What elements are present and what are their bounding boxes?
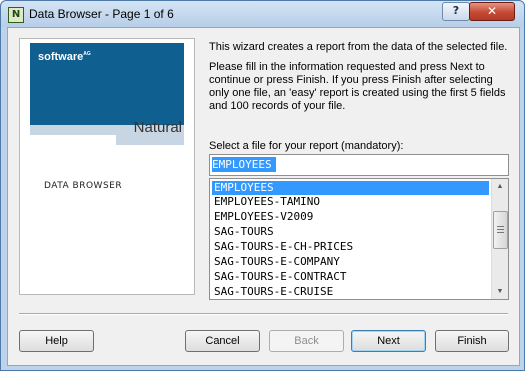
cancel-button[interactable]: Cancel [185,330,260,352]
list-item[interactable]: SAG-TOURS-E-CONTRACT [212,270,489,284]
list-item[interactable]: SAG-TOURS-E-COMPANY [212,255,489,269]
file-list[interactable]: EMPLOYEES EMPLOYEES-TAMINO EMPLOYEES-V20… [209,178,509,300]
list-item[interactable]: SAG-TOURS-E-CH-PRICES [212,240,489,254]
title-bar[interactable]: N Data Browser - Page 1 of 6 ? ✕ [1,1,524,27]
help-title-button[interactable]: ? [442,2,470,21]
file-name-field[interactable] [209,154,509,176]
logo-brand-text: software [38,51,84,63]
dialog-content: softwareAG Natural DATA BROWSER This wiz… [7,27,520,366]
software-ag-logo: softwareAG [30,43,184,69]
file-select-label: Select a file for your report (mandatory… [209,140,404,152]
wizard-banner-panel: softwareAG Natural DATA BROWSER [19,38,195,295]
list-item[interactable]: SAG-TOURS-E-CRUISE [212,285,489,299]
product-name: Natural [133,119,182,136]
finish-button[interactable]: Finish [435,330,509,352]
banner-light-strip-right [116,135,184,145]
list-item[interactable]: SAG-TOURS [212,225,489,239]
logo-brand-suffix: AG [83,51,91,57]
back-button[interactable]: Back [269,330,344,352]
list-scrollbar[interactable]: ▲ ▼ [491,179,508,299]
close-button[interactable]: ✕ [469,2,515,21]
file-name-input[interactable] [212,157,502,172]
dialog-window: N Data Browser - Page 1 of 6 ? ✕ softwar… [0,0,525,371]
help-button[interactable]: Help [19,330,94,352]
scroll-down-arrow-icon[interactable]: ▼ [492,284,508,299]
thumb-grip-line [497,226,504,227]
list-item[interactable]: EMPLOYEES-V2009 [212,210,489,224]
button-divider [19,313,508,315]
next-button[interactable]: Next [351,330,426,352]
thumb-grip-line [497,229,504,230]
description-line-2: Please fill in the information requested… [209,61,506,112]
list-item[interactable]: EMPLOYEES [212,181,489,195]
natural-app-icon: N [8,7,24,23]
section-label: DATA BROWSER [44,181,123,191]
window-title: Data Browser - Page 1 of 6 [29,7,174,21]
wizard-description: This wizard creates a report from the da… [209,41,509,120]
list-item[interactable]: EMPLOYEES-TAMINO [212,195,489,209]
scroll-up-arrow-icon[interactable]: ▲ [492,179,508,194]
description-line-1: This wizard creates a report from the da… [209,41,508,53]
banner-blue-block [30,69,184,125]
scroll-thumb[interactable] [493,211,508,249]
thumb-grip-line [497,232,504,233]
